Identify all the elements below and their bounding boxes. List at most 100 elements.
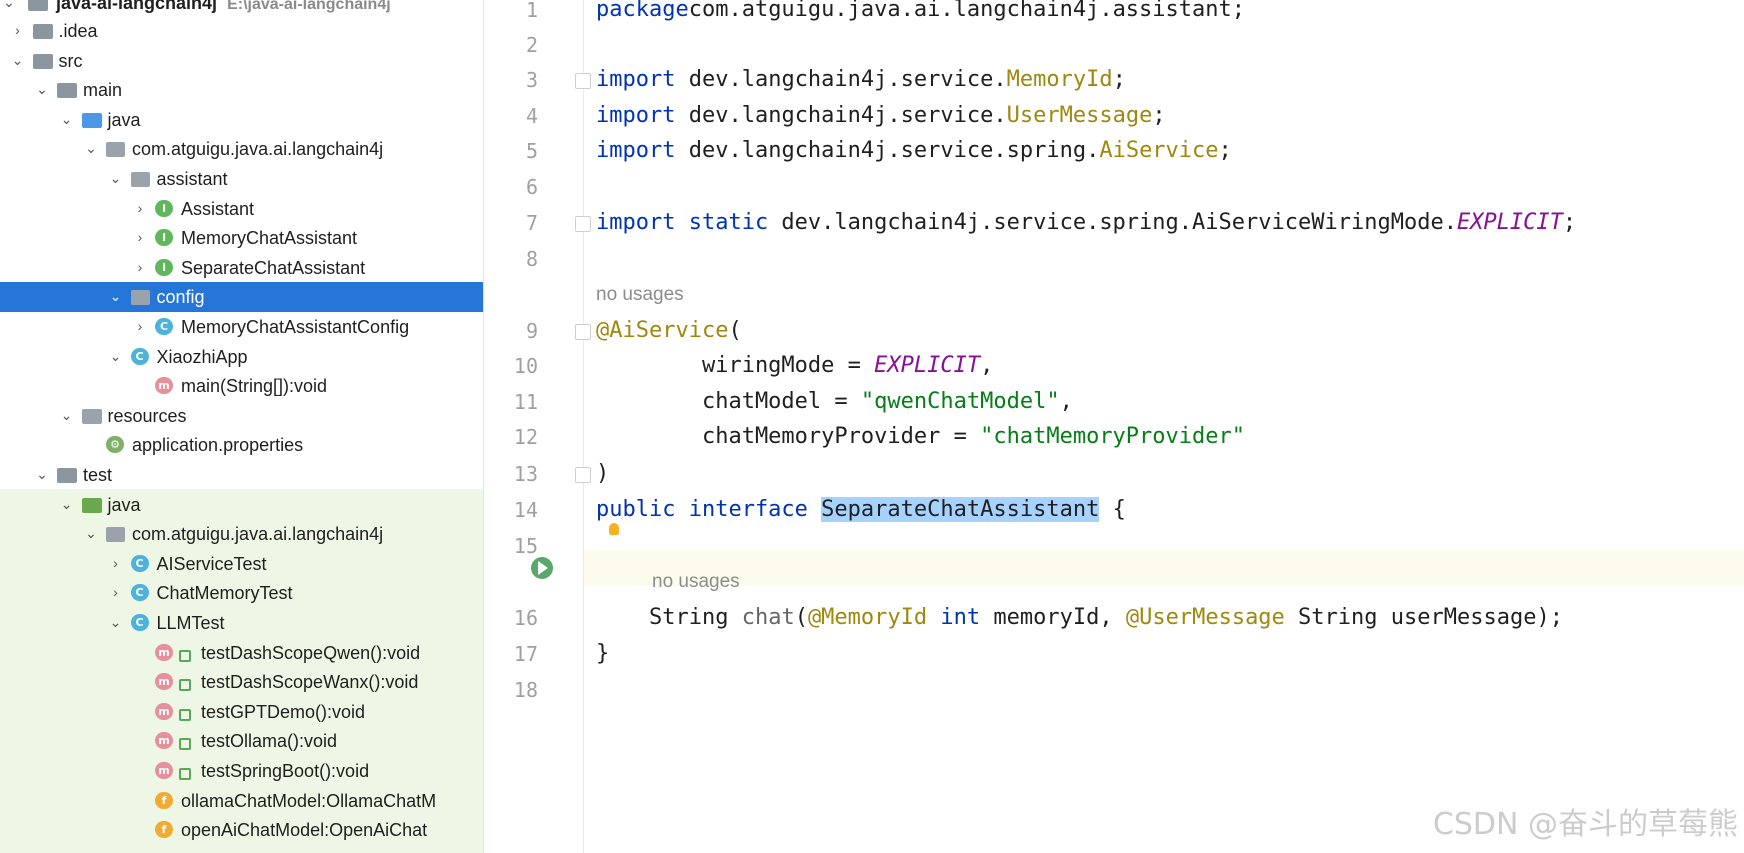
project-tree[interactable]: ⌄ java-ai-langchain4j E:\java-ai-langchai… [0, 0, 484, 853]
tree-item[interactable]: › I MemoryChatAssistant [0, 223, 483, 253]
tree-item-label: test [83, 465, 113, 485]
fold-marker-icon[interactable] [575, 216, 591, 232]
chevron-down-icon[interactable]: ⌄ [11, 50, 25, 68]
code-line[interactable]: import dev.langchain4j.service.MemoryId; [596, 62, 1126, 98]
code-line[interactable]: import dev.langchain4j.service.UserMessa… [596, 98, 1166, 134]
chevron-right-icon[interactable]: › [109, 582, 123, 600]
code-token: AiService [1099, 138, 1219, 163]
code-line[interactable]: packagecom.atguigu.java.ai.langchain4j.a… [596, 0, 1245, 28]
class-icon: C [130, 614, 149, 631]
code-token: import [596, 103, 676, 128]
code-line[interactable]: chatMemoryProvider = "chatMemoryProvider… [596, 419, 1245, 455]
code-line[interactable]: @AiService( [596, 313, 742, 349]
tree-item[interactable]: ⌄ resources [0, 401, 483, 431]
tree-item-label: openAiChatModel:OpenAiChat [181, 820, 428, 841]
test-method-icon: m [155, 762, 173, 779]
code-line[interactable]: import dev.langchain4j.service.spring.Ai… [596, 133, 1232, 169]
chevron-down-icon[interactable]: ⌄ [60, 494, 74, 512]
tree-item[interactable]: › C ChatMemoryTest [0, 578, 483, 608]
tree-item[interactable]: › C MemoryChatAssistantConfig [0, 312, 483, 342]
class-icon: C [130, 554, 149, 572]
tree-item[interactable]: m testSpringBoot():void [0, 756, 483, 786]
chevron-down-icon[interactable]: ⌄ [109, 612, 123, 630]
code-line[interactable]: chatModel = "qwenChatModel", [596, 384, 1073, 420]
tree-item-label: Assistant [181, 198, 255, 219]
code-line[interactable]: ) [596, 456, 609, 492]
tree-item[interactable]: m testDashScopeWanx():void [0, 667, 483, 697]
project-folder-icon [28, 0, 48, 11]
tree-item[interactable]: m testDashScopeQwen():void [0, 638, 483, 668]
folder-icon [57, 83, 77, 99]
line-number: 17 [513, 642, 538, 666]
tree-item[interactable]: › I Assistant [0, 194, 483, 224]
code-token: , [980, 353, 994, 378]
chevron-down-icon[interactable]: ⌄ [84, 138, 98, 156]
chevron-down-icon[interactable]: ⌄ [35, 79, 49, 97]
fold-marker-icon[interactable] [575, 73, 591, 89]
watermark: CSDN @奋斗的草莓熊 [1432, 807, 1738, 842]
chevron-right-icon[interactable]: › [133, 316, 147, 334]
code-line[interactable]: } [596, 636, 609, 672]
tree-item-label: testOllama():void [201, 731, 338, 752]
chevron-right-icon[interactable]: › [133, 198, 147, 216]
fold-marker-icon[interactable] [575, 324, 591, 340]
chevron-down-icon[interactable]: ⌄ [109, 286, 123, 304]
chevron-right-icon[interactable]: › [11, 20, 25, 38]
tree-item[interactable]: ⚙ application.properties [0, 430, 483, 460]
tree-item[interactable]: ⌄ C XiaozhiApp [0, 342, 483, 372]
code-token: UserMessage [1006, 103, 1153, 128]
tree-item-label: src [58, 50, 83, 71]
public-modifier-icon [179, 679, 191, 692]
tree-item[interactable]: ⌄ com.atguigu.java.ai.langchain4j [0, 134, 483, 164]
code-token: ( [728, 318, 742, 343]
chevron-down-icon[interactable]: ⌄ [2, 0, 16, 10]
tree-item[interactable]: ⌄ assistant [0, 164, 483, 194]
tree-item[interactable]: ⌄ main [0, 75, 483, 105]
tree-item[interactable]: ⌄ test [0, 460, 483, 490]
tree-item[interactable]: m testOllama():void [0, 726, 483, 756]
tree-item[interactable]: m main(String[]):void [0, 371, 483, 401]
tree-item[interactable]: ⌄ java [0, 105, 483, 135]
chevron-down-icon[interactable]: ⌄ [84, 523, 98, 541]
chevron-right-icon[interactable]: › [109, 553, 123, 571]
tree-item[interactable]: ⌄ config [0, 282, 483, 313]
class-icon: C [130, 347, 149, 365]
tree-item-label: LLMTest [156, 613, 225, 633]
tree-item-label: testSpringBoot():void [201, 761, 370, 781]
chevron-down-icon[interactable]: ⌄ [109, 346, 123, 364]
code-line[interactable]: import static dev.langchain4j.service.sp… [596, 205, 1576, 241]
code-line[interactable]: public interface SeparateChatAssistant { [596, 492, 1126, 528]
tree-item[interactable]: ⌄ java [0, 490, 483, 520]
run-gutter-icon[interactable] [531, 557, 553, 579]
interface-icon: I [155, 229, 173, 247]
tree-item[interactable]: m testGPTDemo():void [0, 697, 483, 727]
usages-hint[interactable]: no usages [652, 567, 740, 597]
code-line[interactable]: String chat(@MemoryId int memoryId, @Use… [596, 600, 1563, 636]
code-token: ( [794, 605, 808, 630]
code-line[interactable]: wiringMode = EXPLICIT, [596, 348, 993, 384]
chevron-down-icon[interactable]: ⌄ [60, 109, 74, 127]
tree-item[interactable]: ⌄ src [0, 46, 483, 76]
public-modifier-icon [179, 649, 191, 662]
tree-item[interactable]: f openAiChatModel:OpenAiChat [0, 815, 483, 845]
fold-marker-icon[interactable] [575, 467, 591, 483]
folder-icon [32, 53, 53, 69]
chevron-down-icon[interactable]: ⌄ [35, 464, 49, 482]
code-token: @AiService [596, 318, 729, 343]
chevron-right-icon[interactable]: › [133, 257, 147, 275]
tree-item[interactable]: › .idea [0, 16, 483, 46]
code-token: @UserMessage [1125, 605, 1285, 630]
code-editor[interactable]: 1 2 3 4 5 6 7 8 9 10 11 12 13 14 15 16 17 18 packagecom.a… [484, 0, 1744, 853]
tree-item[interactable]: › C AIServiceTest [0, 549, 483, 579]
chevron-down-icon[interactable]: ⌄ [60, 405, 74, 423]
line-number: 10 [513, 354, 538, 378]
chevron-down-icon[interactable]: ⌄ [109, 168, 123, 186]
tree-item[interactable]: f ollamaChatModel:OllamaChatM [0, 786, 483, 816]
tree-item[interactable]: ⌄ com.atguigu.java.ai.langchain4j [0, 519, 483, 549]
usages-hint[interactable]: no usages [596, 280, 684, 310]
tree-item[interactable]: ⌄ C LLMTest [0, 608, 483, 638]
chevron-right-icon[interactable]: › [133, 227, 147, 245]
tree-item[interactable]: › I SeparateChatAssistant [0, 253, 483, 283]
